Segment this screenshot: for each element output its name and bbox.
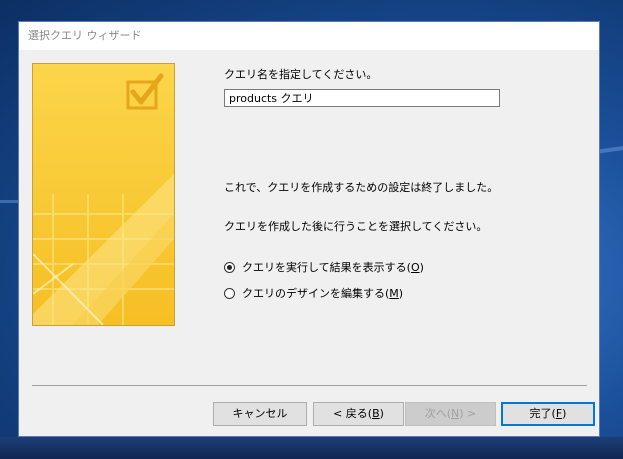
query-name-prompt: クエリ名を指定してください。	[224, 68, 378, 81]
query-wizard-dialog: 選択クエリ ウィザード クエリ名を指定してください。 products クエリ …	[18, 21, 600, 437]
cancel-button[interactable]: キャンセル	[213, 402, 307, 426]
next-button[interactable]: 次へ(N) >	[405, 402, 496, 426]
desktop-light-ray	[0, 200, 20, 203]
next-step-prompt: クエリを作成した後に行うことを選択してください。	[224, 220, 488, 233]
footer-separator	[32, 385, 587, 386]
radio-run-query-label: クエリを実行して結果を表示する(O)	[242, 261, 424, 274]
query-name-input[interactable]	[224, 89, 500, 107]
radio-indicator-selected[interactable]	[224, 261, 235, 273]
radio-run-query[interactable]: クエリを実行して結果を表示する(O)	[224, 259, 424, 275]
desktop-bottom-strip	[0, 437, 623, 459]
title-bar[interactable]: 選択クエリ ウィザード	[19, 22, 599, 50]
radio-edit-design-label: クエリのデザインを編集する(M)	[242, 287, 404, 300]
finish-message: これで、クエリを作成するための設定は終了しました。	[224, 181, 499, 194]
finish-button[interactable]: 完了(F)	[501, 402, 595, 426]
radio-indicator[interactable]	[224, 287, 235, 299]
wizard-illustration	[32, 63, 175, 326]
checkbox-check-icon	[33, 64, 174, 325]
window-title: 選択クエリ ウィザード	[28, 29, 142, 42]
back-button[interactable]: < 戻る(B)	[313, 402, 404, 426]
radio-edit-design[interactable]: クエリのデザインを編集する(M)	[224, 285, 403, 301]
